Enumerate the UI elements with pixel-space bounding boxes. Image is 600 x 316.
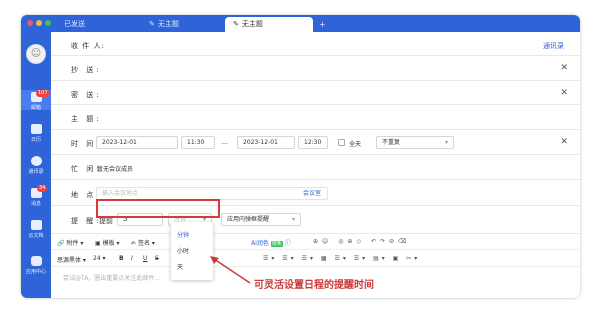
annotation-text: 可灵活设置日程的提醒时间	[254, 280, 374, 291]
annotation-arrow	[210, 256, 251, 284]
